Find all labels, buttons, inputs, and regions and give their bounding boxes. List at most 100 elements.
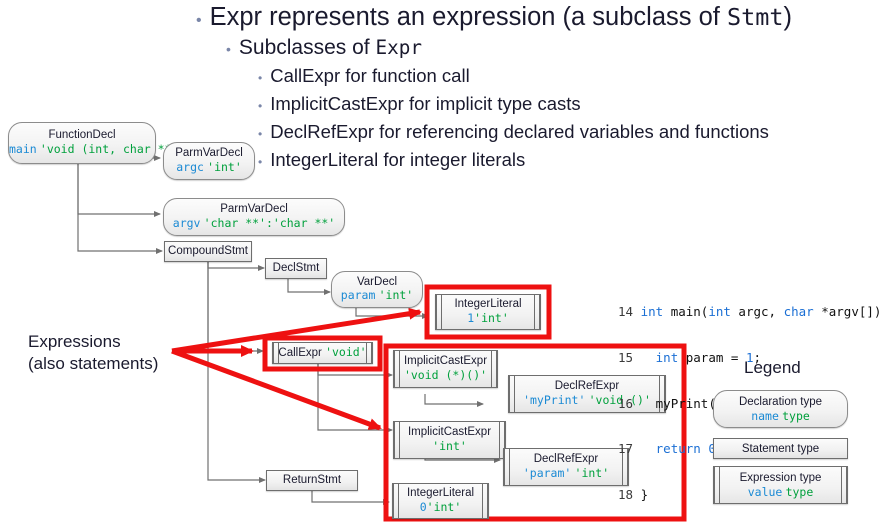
bullet-level1: • Expr represents an expression (a subcl…: [196, 2, 879, 32]
bullet-level3-item: • CallExpr for function call: [258, 63, 879, 91]
bullet-marker-icon: •: [196, 12, 202, 29]
code-line-number: 14: [618, 304, 634, 320]
legend-name-sample: name: [751, 408, 779, 423]
bullet-marker-icon: •: [226, 41, 231, 57]
bullet-level3-text: DeclRefExpr for referencing declared var…: [270, 121, 769, 142]
code-line-text: }: [640, 486, 649, 502]
ast-node-value: 0: [419, 499, 427, 514]
ast-node-kind: CallExpr: [278, 346, 322, 359]
ast-node-detail: 'param' 'int': [504, 465, 628, 482]
ast-node-type: 'int': [207, 159, 242, 174]
ast-node-type: 'int': [474, 310, 509, 325]
bullet-level1-mono: Stmt: [726, 3, 784, 31]
ast-node-implicit-cast-expr-fn[interactable]: ImplicitCastExpr 'void (*)()': [393, 350, 498, 388]
ast-node-detail: argc 'int': [164, 159, 254, 176]
ast-node-kind: ParmVarDecl: [220, 203, 288, 215]
ast-node-integer-literal-1[interactable]: IntegerLiteral 1'int': [435, 294, 541, 330]
legend-value-sample: value: [747, 484, 783, 499]
ast-node-name: 'param': [522, 465, 572, 480]
ast-node-integer-literal-0[interactable]: IntegerLiteral 0'int': [392, 483, 489, 519]
bullet-level1-suffix: ): [783, 3, 792, 31]
ast-node-type: 'int': [432, 438, 467, 453]
ast-node-detail: main 'void (int, char **)': [9, 142, 185, 158]
legend-declaration-detail: name type: [714, 409, 847, 424]
ast-node-detail: 1'int': [436, 310, 540, 327]
ast-node-decl-stmt[interactable]: DeclStmt: [265, 258, 327, 279]
ast-node-name: 'myPrint': [523, 392, 586, 407]
ast-node-kind: CompoundStmt: [168, 244, 248, 257]
ast-node-kind: DeclStmt: [272, 261, 320, 274]
bullet-level3-item: • ImplicitCastExpr for implicit type cas…: [258, 91, 879, 119]
bullet-level3-text: ImplicitCastExpr for implicit type casts: [270, 93, 581, 114]
bullet-level2-text: Subclasses of Expr: [239, 34, 422, 61]
ast-node-call-expr[interactable]: CallExpr 'void': [272, 342, 373, 364]
code-line-number: 15: [618, 350, 634, 366]
bullet-marker-icon: •: [258, 99, 263, 113]
ast-node-kind: VarDecl: [356, 275, 398, 288]
legend-declaration-label: Declaration type: [738, 395, 823, 408]
ast-node-implicit-cast-expr-int[interactable]: ImplicitCastExpr 'int': [393, 421, 506, 459]
ast-node-kind: DeclRefExpr: [533, 453, 599, 465]
bullet-level3-item: • DeclRefExpr for referencing declared v…: [258, 119, 879, 147]
legend-expression-detail: value type: [714, 485, 847, 500]
bullet-marker-icon: •: [258, 127, 263, 141]
ast-node-type: 'int': [426, 499, 462, 514]
ast-node-function-decl[interactable]: FunctionDecl main 'void (int, char **)': [8, 122, 185, 164]
ast-node-decl-ref-expr-param[interactable]: DeclRefExpr 'param' 'int': [503, 448, 629, 486]
ast-node-detail: CallExpr 'void': [273, 344, 372, 361]
ast-node-name: argc: [176, 159, 204, 174]
bullet-marker-icon: •: [258, 155, 263, 169]
bullet-level3-item: • IntegerLiteral for integer literals: [258, 147, 879, 175]
code-line-number: 18: [618, 486, 634, 502]
code-line-text: int param = 1;: [655, 350, 762, 366]
code-line-number: 16: [618, 395, 634, 411]
legend-expression-type: Expression type value type: [713, 466, 848, 504]
ast-node-var-decl-param[interactable]: VarDecl param 'int': [331, 271, 423, 308]
ast-node-type: 'void (*)()': [403, 367, 488, 382]
legend-type-sample: type: [782, 408, 810, 423]
ast-node-detail: param 'int': [332, 288, 422, 304]
ast-node-return-stmt[interactable]: ReturnStmt: [266, 470, 358, 491]
ast-node-kind: ParmVarDecl: [175, 147, 243, 159]
ast-node-type: 'int': [378, 288, 414, 302]
ast-node-detail: 'void (*)()': [394, 367, 497, 384]
ast-node-kind: IntegerLiteral: [454, 298, 522, 310]
ast-node-type: 'char **':'char **': [203, 215, 336, 230]
bullet-level1-text: Expr represents an expression (a subclas…: [210, 2, 792, 32]
legend-statement-type: Statement type: [713, 438, 848, 459]
ast-node-parm-var-decl-argc[interactable]: ParmVarDecl argc 'int': [163, 142, 255, 180]
bullet-marker-icon: •: [258, 71, 263, 85]
ast-node-type: 'void': [325, 344, 367, 359]
code-line-text: return 0;: [655, 441, 724, 457]
ast-node-name: argv: [172, 215, 201, 230]
code-line-number: 17: [618, 441, 634, 457]
ast-node-kind: FunctionDecl: [48, 129, 116, 141]
bullet-level2-prefix: Subclasses of: [238, 36, 376, 59]
ast-node-detail: 'int': [394, 438, 505, 455]
legend-declaration-type: Declaration type name type: [713, 390, 848, 428]
ast-node-kind: IntegerLiteral: [406, 487, 475, 499]
ast-node-parm-var-decl-argv[interactable]: ParmVarDecl argv 'char **':'char **': [163, 198, 345, 236]
expressions-annotation: Expressions (also statements): [28, 331, 158, 375]
bullet-level2: • Subclasses of Expr: [226, 34, 879, 63]
legend-title: Legend: [744, 358, 801, 377]
expressions-annotation-line2: (also statements): [28, 354, 159, 373]
expressions-annotation-line1: Expressions: [28, 332, 121, 351]
legend-type-sample: type: [785, 484, 814, 499]
ast-node-kind: ImplicitCastExpr: [403, 355, 488, 367]
code-line: 14 int main(int argc, char *argv[]) {: [618, 304, 879, 319]
bullet-level1-prefix: Expr represents an expression (a subclas…: [209, 3, 727, 31]
ast-node-kind: ReturnStmt: [282, 473, 342, 486]
ast-node-kind: ImplicitCastExpr: [407, 426, 492, 438]
bullet-level3-text: IntegerLiteral for integer literals: [270, 149, 526, 170]
ast-node-detail: argv 'char **':'char **': [164, 215, 344, 232]
legend-expression-label: Expression type: [739, 471, 822, 484]
ast-node-name: param: [340, 288, 376, 302]
slide-canvas: • Expr represents an expression (a subcl…: [0, 0, 879, 525]
ast-node-detail: 0'int': [393, 499, 488, 516]
ast-node-type: 'int': [574, 465, 610, 480]
bullet-list: • Expr represents an expression (a subcl…: [196, 2, 879, 175]
bullet-level3-text: CallExpr for function call: [270, 65, 470, 86]
bullet-level2-mono: Expr: [375, 36, 422, 59]
ast-node-compound-stmt[interactable]: CompoundStmt: [164, 241, 252, 262]
